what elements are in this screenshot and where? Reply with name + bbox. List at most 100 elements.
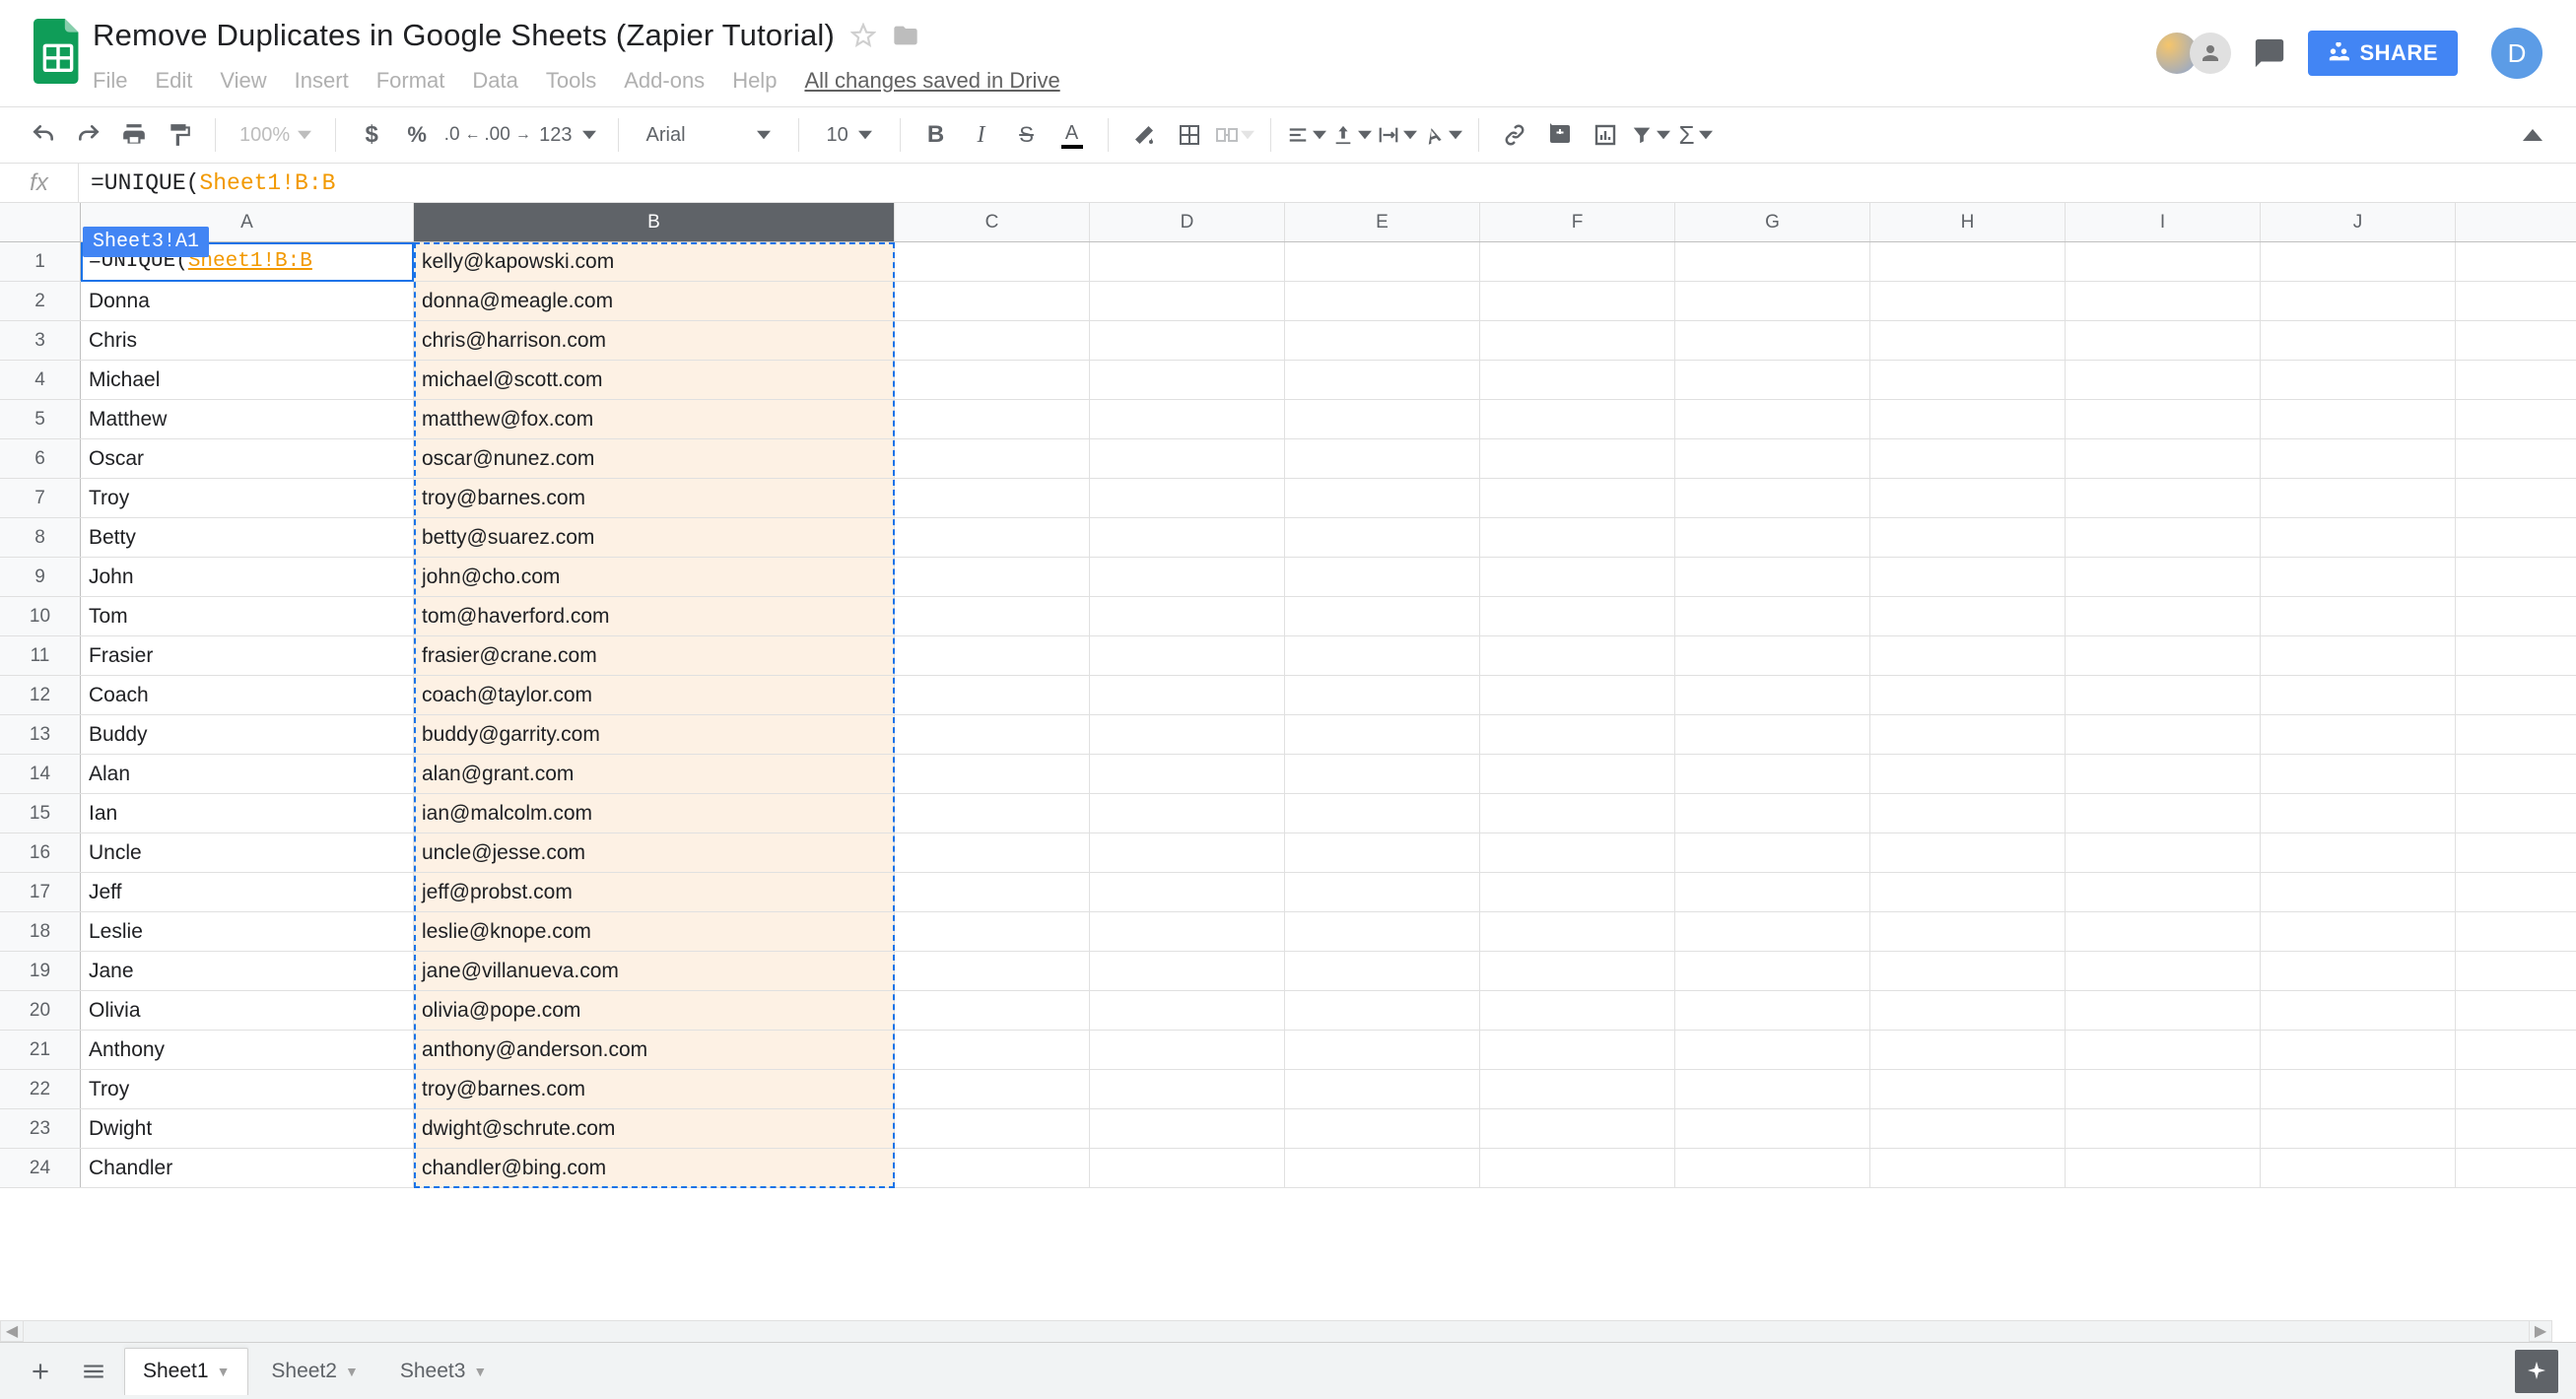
row-header[interactable]: 7 xyxy=(0,479,81,517)
row-header[interactable]: 19 xyxy=(0,952,81,990)
cell[interactable] xyxy=(1090,1149,1285,1187)
insert-comment-button[interactable] xyxy=(1540,115,1580,155)
text-rotation-button[interactable] xyxy=(1423,115,1462,155)
sheet-tab-sheet3[interactable]: Sheet3▼ xyxy=(381,1348,506,1395)
bold-button[interactable]: B xyxy=(916,115,956,155)
column-header-H[interactable]: H xyxy=(1870,203,2066,241)
row-header[interactable]: 18 xyxy=(0,912,81,951)
cell[interactable]: Olivia xyxy=(81,991,414,1030)
cell[interactable]: Troy xyxy=(81,1070,414,1108)
share-button[interactable]: SHARE xyxy=(2308,31,2458,76)
menu-help[interactable]: Help xyxy=(732,68,777,94)
cell[interactable] xyxy=(1090,1109,1285,1148)
column-header-G[interactable]: G xyxy=(1675,203,1870,241)
cell[interactable] xyxy=(1285,558,1480,596)
cell[interactable]: troy@barnes.com xyxy=(414,1070,895,1108)
row-header[interactable]: 10 xyxy=(0,597,81,635)
cell[interactable] xyxy=(2066,952,2261,990)
cell[interactable]: jeff@probst.com xyxy=(414,873,895,911)
cell[interactable] xyxy=(1870,833,2066,872)
column-header-J[interactable]: J xyxy=(2261,203,2456,241)
cell[interactable]: Anthony xyxy=(81,1031,414,1069)
cell[interactable] xyxy=(1285,715,1480,754)
cell[interactable] xyxy=(1870,912,2066,951)
cell[interactable] xyxy=(1090,952,1285,990)
cell[interactable] xyxy=(1090,755,1285,793)
sheet-tab-dropdown-icon[interactable]: ▼ xyxy=(345,1364,359,1379)
cell[interactable] xyxy=(1285,1031,1480,1069)
menu-edit[interactable]: Edit xyxy=(155,68,192,94)
cell[interactable]: Alan xyxy=(81,755,414,793)
cell[interactable] xyxy=(1480,873,1675,911)
cell[interactable] xyxy=(2261,479,2456,517)
cell[interactable] xyxy=(1675,439,1870,478)
cell[interactable] xyxy=(1870,361,2066,399)
cell[interactable] xyxy=(2261,439,2456,478)
cell[interactable] xyxy=(1285,479,1480,517)
cell[interactable] xyxy=(1870,676,2066,714)
cell[interactable] xyxy=(1480,518,1675,557)
cell[interactable] xyxy=(1090,282,1285,320)
cell[interactable] xyxy=(1870,400,2066,438)
cell[interactable] xyxy=(2261,558,2456,596)
cell[interactable] xyxy=(1090,991,1285,1030)
cell[interactable] xyxy=(1480,833,1675,872)
cell[interactable] xyxy=(1090,518,1285,557)
cell[interactable]: Frasier xyxy=(81,636,414,675)
row-header[interactable]: 21 xyxy=(0,1031,81,1069)
cell[interactable] xyxy=(2066,1070,2261,1108)
cell[interactable]: troy@barnes.com xyxy=(414,479,895,517)
cell[interactable] xyxy=(1480,361,1675,399)
cell[interactable]: Buddy xyxy=(81,715,414,754)
cell[interactable] xyxy=(1285,952,1480,990)
cell[interactable] xyxy=(895,1031,1090,1069)
cell[interactable] xyxy=(895,242,1090,281)
cell[interactable] xyxy=(1870,439,2066,478)
document-title[interactable]: Remove Duplicates in Google Sheets (Zapi… xyxy=(93,18,835,53)
cell[interactable] xyxy=(2066,912,2261,951)
row-header[interactable]: 22 xyxy=(0,1070,81,1108)
cell[interactable] xyxy=(1480,1109,1675,1148)
cell[interactable] xyxy=(1675,794,1870,833)
cell[interactable] xyxy=(1090,794,1285,833)
cell[interactable]: chris@harrison.com xyxy=(414,321,895,360)
font-size-dropdown[interactable]: 10 xyxy=(815,124,884,147)
sheet-tab-dropdown-icon[interactable]: ▼ xyxy=(473,1364,487,1379)
vertical-align-button[interactable] xyxy=(1332,115,1372,155)
cell[interactable] xyxy=(1480,282,1675,320)
cell[interactable] xyxy=(1090,676,1285,714)
cell[interactable] xyxy=(2066,833,2261,872)
cell[interactable] xyxy=(2261,518,2456,557)
increase-decimal-button[interactable]: .00 → xyxy=(488,115,527,155)
cell[interactable] xyxy=(1870,991,2066,1030)
cell[interactable] xyxy=(1870,1070,2066,1108)
cell[interactable] xyxy=(1090,873,1285,911)
cell[interactable] xyxy=(1480,242,1675,281)
cell[interactable] xyxy=(1285,361,1480,399)
cell[interactable] xyxy=(1090,400,1285,438)
cell[interactable] xyxy=(1480,794,1675,833)
cell[interactable] xyxy=(1480,952,1675,990)
cell[interactable] xyxy=(1285,400,1480,438)
text-color-button[interactable]: A xyxy=(1052,115,1092,155)
cell[interactable] xyxy=(1090,242,1285,281)
row-header[interactable]: 9 xyxy=(0,558,81,596)
cell[interactable] xyxy=(1090,912,1285,951)
cell[interactable] xyxy=(895,833,1090,872)
cell[interactable] xyxy=(2066,873,2261,911)
row-header[interactable]: 3 xyxy=(0,321,81,360)
cell[interactable] xyxy=(1675,1149,1870,1187)
cell[interactable] xyxy=(895,597,1090,635)
select-all-corner[interactable] xyxy=(0,203,81,241)
cell[interactable] xyxy=(1090,558,1285,596)
cell[interactable] xyxy=(1675,1070,1870,1108)
currency-button[interactable]: $ xyxy=(352,115,391,155)
cell[interactable] xyxy=(1675,1031,1870,1069)
cell[interactable]: John xyxy=(81,558,414,596)
cell[interactable] xyxy=(2066,676,2261,714)
column-header-B[interactable]: B xyxy=(414,203,895,241)
row-header[interactable]: 1 xyxy=(0,242,81,281)
row-header[interactable]: 6 xyxy=(0,439,81,478)
cell[interactable]: Betty xyxy=(81,518,414,557)
cell[interactable] xyxy=(1285,439,1480,478)
